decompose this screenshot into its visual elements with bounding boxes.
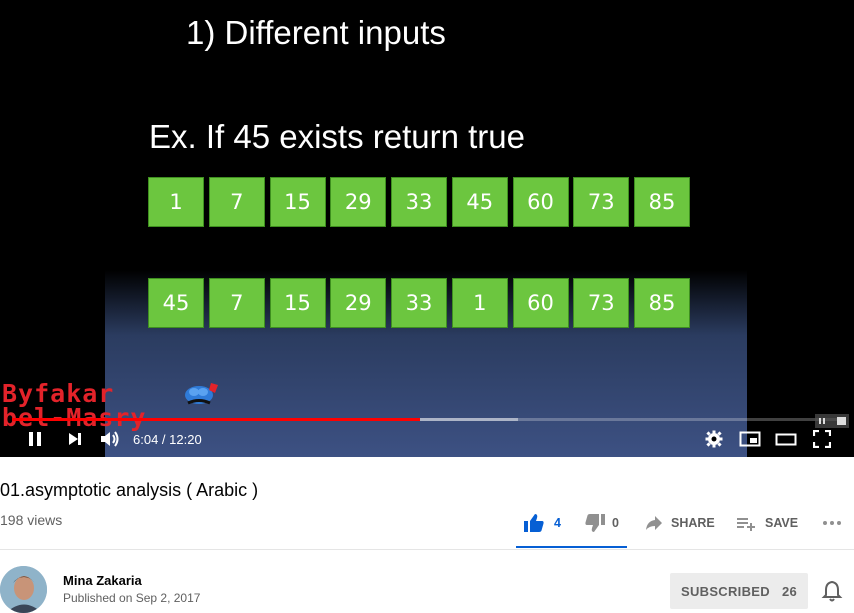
playlist-add-icon [737, 518, 755, 531]
theater-icon [775, 433, 797, 446]
dislike-button[interactable]: 0 [584, 512, 619, 534]
array-cell: 60 [512, 177, 569, 227]
more-horizontal-icon [823, 521, 841, 525]
like-button[interactable]: 4 [523, 512, 561, 534]
more-actions-button[interactable] [822, 512, 842, 534]
subscribed-button[interactable]: SUBSCRIBED 26 [670, 573, 808, 609]
fullscreen-icon [813, 430, 831, 448]
video-title: 01.asymptotic analysis ( Arabic ) [0, 480, 259, 500]
progress-played [12, 418, 421, 421]
slide-example-text: Ex. If 45 exists return true [149, 118, 525, 155]
mute-button[interactable] [98, 428, 122, 450]
view-count: 198 views [0, 512, 63, 528]
player-controls: 6:04 / 12:20 [0, 424, 854, 454]
sentiment-bar [516, 546, 627, 548]
thumbs-down-icon [585, 514, 605, 532]
share-icon [646, 516, 662, 530]
array-cell: 29 [330, 278, 387, 328]
next-button[interactable] [64, 428, 86, 450]
volume-icon [101, 431, 119, 447]
slide-title: 1) Different inputs [186, 14, 446, 51]
brain-icon [185, 383, 218, 405]
array-cell: 45 [148, 278, 204, 328]
array-cell: 45 [451, 177, 508, 227]
array-cell: 7 [208, 278, 265, 328]
array-row-shuffled: 45 7 15 29 33 1 60 73 85 [148, 278, 695, 328]
array-cell: 1 [451, 278, 508, 328]
channel-watermark: Byfakar bel-Masry [2, 379, 222, 432]
video-player[interactable]: 1) Different inputs Ex. If 45 exists ret… [0, 0, 854, 457]
like-count: 4 [554, 516, 561, 530]
array-cell: 7 [208, 177, 265, 227]
save-label: SAVE [765, 516, 799, 530]
pause-button[interactable] [24, 428, 46, 450]
array-cell: 85 [634, 278, 690, 328]
miniplayer-icon [739, 431, 761, 447]
fullscreen-button[interactable] [811, 428, 833, 450]
published-date: Published on Sep 2, 2017 [63, 591, 201, 605]
thumbs-up-icon [524, 514, 544, 532]
dislike-count: 0 [612, 516, 619, 530]
array-cell: 73 [573, 278, 630, 328]
subscribed-label: SUBSCRIBED [680, 583, 770, 599]
avatar-image [0, 566, 47, 613]
channel-avatar[interactable] [0, 566, 47, 613]
theater-mode-button[interactable] [774, 428, 798, 450]
array-cell: 29 [330, 177, 387, 227]
miniplayer-button[interactable] [738, 428, 762, 450]
pause-icon [29, 432, 41, 446]
array-cell: 1 [148, 177, 204, 227]
array-cell: 60 [512, 278, 569, 328]
array-row-sorted: 1 7 15 29 33 45 60 73 85 [148, 177, 695, 227]
channel-name[interactable]: Mina Zakaria [63, 573, 142, 588]
array-cell: 73 [573, 177, 630, 227]
array-cell: 85 [634, 177, 690, 227]
share-label: SHARE [671, 516, 715, 530]
settings-icon [705, 430, 723, 448]
time-display: 6:04 / 12:20 [133, 432, 202, 447]
array-cell: 15 [269, 278, 326, 328]
divider [0, 549, 854, 550]
duration: 12:20 [169, 432, 202, 447]
array-cell: 33 [391, 177, 447, 227]
share-button[interactable]: SHARE [645, 512, 715, 534]
next-icon [69, 433, 81, 445]
notification-bell-icon[interactable] [821, 580, 843, 602]
current-time: 6:04 [133, 432, 159, 447]
subscriber-count: 26 [781, 583, 798, 599]
time-separator: / [158, 432, 170, 447]
settings-button[interactable] [703, 428, 725, 450]
save-button[interactable]: SAVE [737, 512, 798, 534]
array-cell: 15 [269, 177, 326, 227]
progress-bar[interactable] [12, 418, 842, 421]
array-cell: 33 [391, 278, 447, 328]
